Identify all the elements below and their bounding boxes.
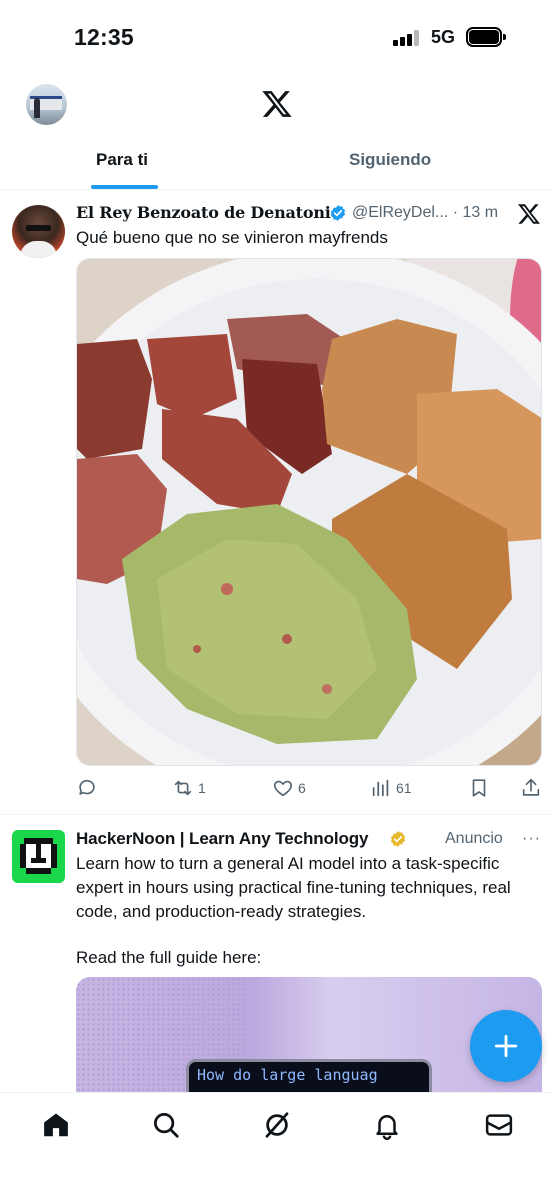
notifications-icon <box>376 1115 398 1140</box>
food-photo-image <box>77 259 541 765</box>
tweet-actions: 1 6 61 <box>0 776 554 800</box>
active-tab-indicator <box>91 185 158 189</box>
status-bar: 12:35 5G <box>0 0 554 70</box>
grok-icon <box>265 1112 289 1138</box>
messages-icon <box>485 1114 513 1136</box>
grok-x-icon[interactable] <box>517 202 541 226</box>
tab-for-you[interactable]: Para ti <box>96 150 148 170</box>
tab-following[interactable]: Siguiendo <box>349 150 431 170</box>
retweet-count: 1 <box>198 780 206 796</box>
views-chart-icon <box>372 779 389 797</box>
ad-author-name[interactable]: HackerNoon | Learn Any Technology <box>76 829 369 849</box>
share-icon <box>522 778 540 796</box>
tweet-photo[interactable] <box>76 258 542 766</box>
search-icon <box>154 1113 179 1138</box>
nav-search[interactable] <box>151 1110 181 1140</box>
nav-grok[interactable] <box>262 1110 292 1140</box>
plus-icon <box>494 1034 518 1058</box>
author-avatar[interactable] <box>12 205 65 258</box>
nav-home[interactable] <box>41 1110 71 1140</box>
profile-avatar[interactable] <box>26 84 67 125</box>
network-type: 5G <box>431 27 456 47</box>
like-count: 6 <box>298 780 306 796</box>
more-options-button[interactable]: ··· <box>522 830 541 848</box>
author-name[interactable]: El Rey Benzoato de Denatonio <box>76 203 341 222</box>
retweet-button[interactable]: 1 <box>172 776 206 800</box>
hackernoon-logo-icon <box>20 838 57 874</box>
nav-notifications[interactable] <box>372 1110 402 1140</box>
status-time: 12:35 <box>74 24 134 50</box>
retweet-icon <box>174 780 192 796</box>
share-button[interactable] <box>520 776 542 800</box>
reply-button[interactable] <box>76 776 102 800</box>
x-logo-icon <box>262 91 292 117</box>
heart-icon <box>273 780 293 797</box>
gold-verified-badge-icon <box>390 831 406 847</box>
ad-text-body: Learn how to turn a general AI model int… <box>76 854 511 921</box>
signal-icon <box>393 30 421 46</box>
ad-label: Anuncio <box>445 830 503 847</box>
nav-messages[interactable] <box>484 1110 514 1140</box>
home-icon <box>44 1113 68 1137</box>
ad-avatar[interactable] <box>12 830 65 883</box>
bookmark-button[interactable] <box>468 776 490 800</box>
battery-icon <box>466 27 506 47</box>
verified-badge-icon <box>330 205 346 221</box>
tweet-text: Qué bueno que no se vinieron mayfrends <box>76 228 388 247</box>
ad-card-text: How do large languag <box>197 1066 378 1084</box>
tweet-divider <box>0 814 554 815</box>
feed-tabs: Para ti Siguiendo <box>0 138 554 190</box>
views-button[interactable]: 61 <box>370 776 412 800</box>
like-button[interactable]: 6 <box>272 776 306 800</box>
ad-text: Learn how to turn a general AI model int… <box>76 852 546 970</box>
bookmark-icon <box>472 779 486 797</box>
tweet-handle-time[interactable]: @ElReyDel... · 13 m <box>352 204 498 222</box>
reply-icon <box>79 779 95 795</box>
ad-text-cta: Read the full guide here: <box>76 948 262 967</box>
views-count: 61 <box>396 780 412 796</box>
compose-button[interactable] <box>470 1010 542 1082</box>
bottom-nav <box>0 1092 554 1200</box>
